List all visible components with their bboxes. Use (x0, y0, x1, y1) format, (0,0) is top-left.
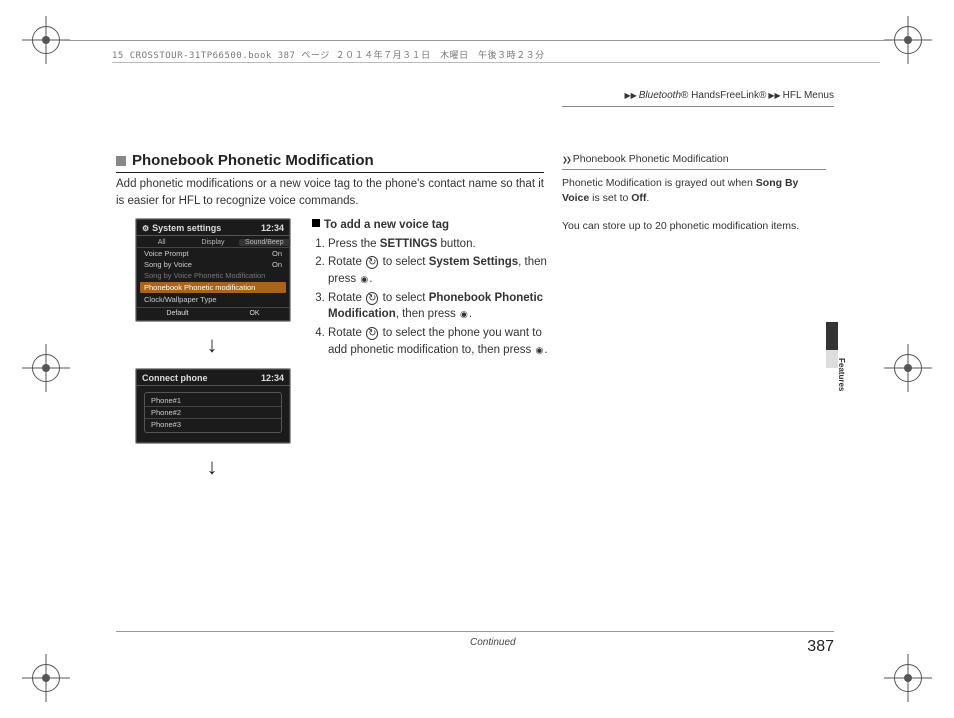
book-metadata-rule (112, 62, 880, 63)
thumb-tab-dark (826, 322, 838, 350)
side-note: Phonebook Phonetic Modification Phonetic… (562, 152, 826, 246)
chevrons-icon (562, 152, 573, 167)
gear-icon (142, 223, 149, 233)
continued-label: Continued (470, 637, 516, 648)
breadcrumb: Bluetooth® HandsFreeLink®HFL Menus (622, 90, 834, 101)
dial-icon (365, 256, 379, 268)
registration-mark-icon (28, 350, 64, 386)
registration-mark-icon (890, 22, 926, 58)
square-bullet-icon (116, 156, 126, 166)
step-2: Rotate to select System Settings, then p… (328, 254, 550, 287)
step-4: Rotate to select the phone you want to a… (328, 325, 550, 358)
clock-time: 12:34 (261, 223, 284, 233)
screenshot-column: System settings 12:34 All Display Sound/… (135, 218, 289, 490)
push-icon (459, 308, 469, 320)
instruction-steps: To add a new voice tag Press the SETTING… (312, 217, 550, 360)
page-top-rule (62, 40, 892, 41)
breadcrumb-rule (562, 106, 834, 107)
screenshot-connect-phone: Connect phone 12:34 Phone#1 Phone#2 Phon… (135, 368, 291, 444)
registration-mark-icon (28, 660, 64, 696)
step-1: Press the SETTINGS button. (328, 236, 550, 253)
step-3: Rotate to select Phonebook Phonetic Modi… (328, 290, 550, 323)
section-title: Phonebook Phonetic Modification (132, 152, 374, 169)
registration-mark-icon (890, 660, 926, 696)
registration-mark-icon (28, 22, 64, 58)
section-heading: Phonebook Phonetic Modification (116, 152, 544, 173)
down-arrow-icon: ↓ (135, 444, 289, 490)
intro-paragraph: Add phonetic modifications or a new voic… (116, 176, 548, 209)
footer-rule (116, 631, 834, 632)
dial-icon (365, 292, 379, 304)
push-icon (535, 344, 545, 356)
page-number: 387 (807, 638, 834, 656)
screenshot-system-settings: System settings 12:34 All Display Sound/… (135, 218, 291, 322)
square-bullet-icon (312, 219, 320, 227)
push-icon (359, 273, 369, 285)
clock-time: 12:34 (261, 373, 284, 383)
dial-icon (365, 327, 379, 339)
thumb-tab-label: Features (837, 358, 846, 391)
book-metadata: 15 CROSSTOUR-31TP66500.book 387 ページ ２０１４… (112, 48, 545, 61)
down-arrow-icon: ↓ (135, 322, 289, 368)
registration-mark-icon (890, 350, 926, 386)
